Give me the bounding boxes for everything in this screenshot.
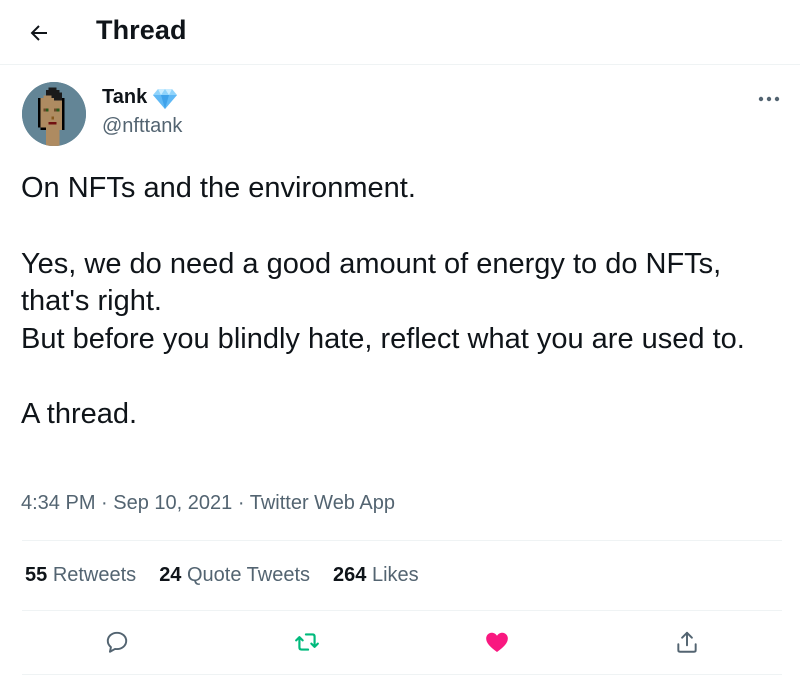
divider — [22, 540, 782, 541]
author-handle[interactable]: @nfttank — [102, 115, 182, 138]
more-dots-icon — [758, 96, 780, 102]
tweet-meta: 4:34 PM · Sep 10, 2021 · Twitter Web App — [21, 492, 395, 515]
tweet-line: Yes, we do need a good amount of energy … — [21, 247, 722, 318]
tweet-line: A thread. — [21, 398, 138, 431]
quote-tweets-stat[interactable]: 24 Quote Tweets — [159, 564, 310, 587]
retweet-button[interactable] — [290, 625, 324, 659]
retweets-stat[interactable]: 55 Retweets — [25, 564, 136, 587]
tweet-text: On NFTs and the environment. Yes, we do … — [21, 170, 781, 434]
more-options-button[interactable] — [752, 86, 786, 112]
retweets-label: Retweets — [52, 564, 137, 586]
avatar[interactable] — [22, 82, 86, 146]
quote-tweets-count: 24 — [159, 564, 182, 586]
meta-separator: · — [101, 492, 108, 514]
reply-button[interactable] — [100, 625, 134, 659]
reply-icon — [106, 631, 128, 653]
likes-label: Likes — [371, 564, 419, 586]
likes-count: 264 — [333, 564, 367, 586]
tweet-source[interactable]: Twitter Web App — [250, 492, 395, 514]
quote-tweets-label: Quote Tweets — [187, 564, 311, 586]
share-icon — [677, 631, 697, 653]
tweet-stats: 55 Retweets 24 Quote Tweets 264 Likes — [25, 564, 442, 587]
tweet-line: But before you blindly hate, reflect wha… — [21, 322, 745, 355]
retweets-count: 55 — [25, 564, 48, 586]
tweet-line: On NFTs and the environment. — [21, 172, 416, 204]
tweet-date[interactable]: Sep 10, 2021 — [113, 492, 232, 514]
punk-avatar-image — [22, 82, 86, 146]
share-button[interactable] — [670, 625, 704, 659]
likes-stat[interactable]: 264 Likes — [333, 564, 419, 587]
tweet-detail-page: Thread Tank @nfttank On NFTs and the env… — [0, 0, 800, 678]
thread-header: Thread — [0, 0, 800, 65]
meta-separator: · — [237, 492, 245, 514]
retweet-icon — [295, 633, 319, 651]
like-heart-icon — [486, 632, 508, 652]
author-name[interactable]: Tank — [102, 86, 147, 109]
back-button[interactable] — [20, 14, 58, 52]
divider — [22, 674, 782, 675]
page-title: Thread — [96, 15, 187, 45]
divider — [22, 610, 782, 611]
like-button[interactable] — [480, 625, 514, 659]
verified-gem-icon — [153, 89, 177, 109]
tweet-time[interactable]: 4:34 PM — [21, 492, 95, 514]
arrow-left-icon — [30, 25, 47, 41]
